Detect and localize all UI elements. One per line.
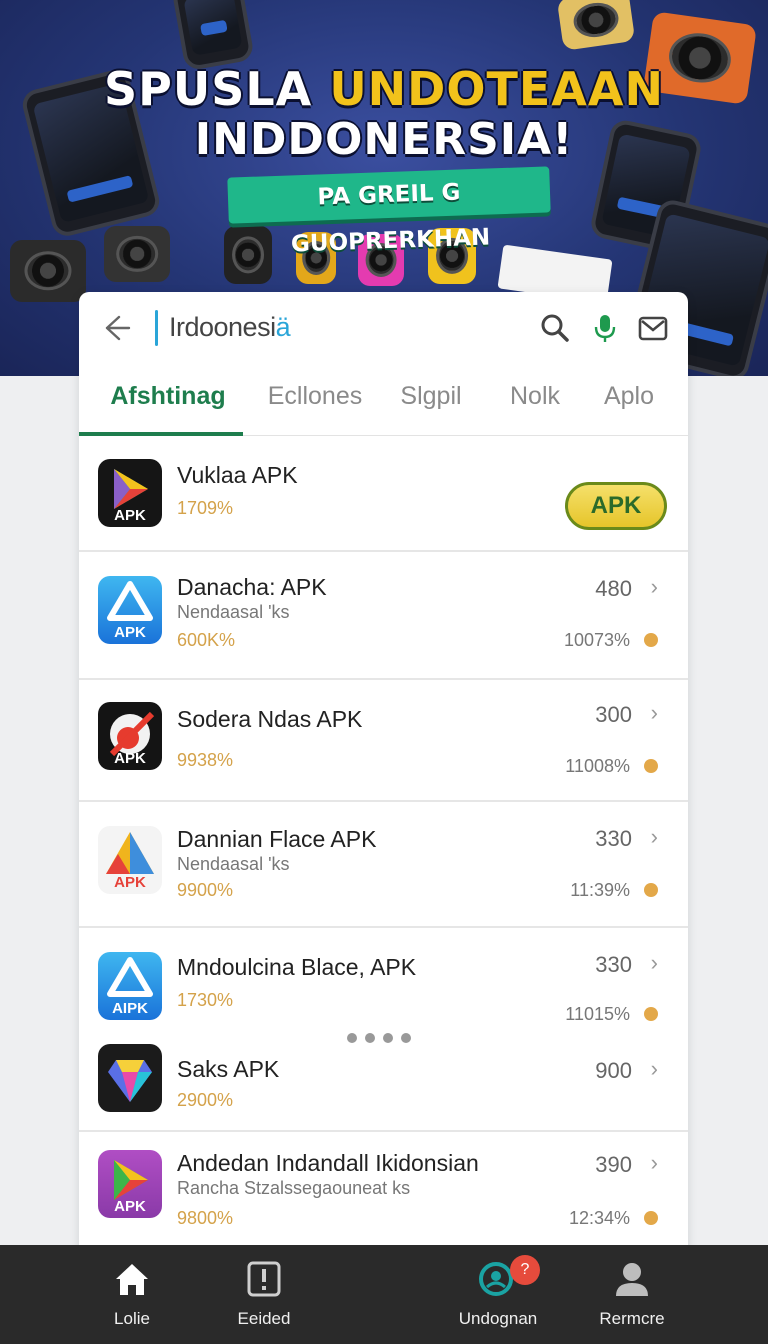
notification-badge: ? [510, 1255, 540, 1285]
red-circle-icon: APK [98, 702, 162, 770]
chevron-right-icon: › [650, 824, 658, 849]
chevron-right-icon: › [650, 950, 658, 975]
nav-item-search[interactable]: ? Undognan [448, 1245, 548, 1344]
chevron-right-icon: › [650, 700, 658, 725]
app-right-percent: 11:39% [570, 880, 630, 900]
chevron-right-icon: › [650, 1150, 658, 1175]
tab-4[interactable]: Nolk [493, 368, 577, 436]
hero-title-line1: SPUSLA UNDOTEAAN [104, 62, 664, 116]
app-name: Danacha: APK [177, 574, 327, 600]
status-dot [644, 759, 658, 773]
app-subtitle: Nendaasal 'ks [177, 602, 290, 622]
app-count: 330 [595, 826, 632, 851]
camera-graphic [224, 226, 272, 284]
hero-tagline: PA GREIL G GUOPRERKHAN [227, 166, 551, 257]
status-dot [644, 883, 658, 897]
app-name: Saks APK [177, 1056, 280, 1082]
app-row[interactable]: APK Sodera Ndas APK 9938% 300 › 11008% [79, 680, 688, 802]
app-count: 300 [595, 702, 632, 727]
app-subtitle: Rancha Stzalssegaouneat ks [177, 1178, 411, 1198]
nav-item-alerts[interactable]: Eeided [214, 1245, 314, 1344]
status-dot [644, 1211, 658, 1225]
play-store-icon: APK [98, 459, 162, 527]
app-row[interactable]: Saks APK 2900% 900 › [79, 1038, 688, 1132]
app-subtitle: Nendaasal 'ks [177, 854, 290, 874]
search-input[interactable]: Irdoonesiä [169, 312, 291, 343]
app-row[interactable]: AIPK Mndoulcina Blace, APK 1730% 330 › 1… [79, 928, 688, 1038]
results-card: Irdoonesiä Afshtinag Ecllones Slgpil Nol… [79, 292, 688, 1252]
app-right-percent: 11015% [565, 1004, 630, 1024]
app-percent: 1709% [177, 498, 234, 518]
back-arrow-icon[interactable] [99, 312, 131, 344]
app-right-percent: 12:34% [568, 1208, 630, 1228]
hero-title-line2: INDDONERSIA! [194, 114, 574, 165]
triangle-apk-icon: APK [98, 576, 162, 644]
app-percent: 9800% [177, 1208, 234, 1228]
phone-graphic [171, 0, 255, 72]
text-cursor [155, 310, 158, 346]
app-percent: 9938% [177, 750, 234, 770]
tab-1[interactable]: Afshtinag [93, 368, 243, 436]
app-percent: 600K% [177, 630, 236, 650]
tab-3[interactable]: Slgpil [383, 368, 479, 436]
tab-5[interactable]: Aplo [589, 368, 669, 436]
profile-icon [616, 1263, 648, 1296]
app-percent: 9900% [177, 880, 234, 900]
app-name: Vuklaa APK [177, 462, 298, 488]
chevron-right-icon: › [650, 1056, 658, 1081]
search-icon[interactable] [539, 312, 571, 344]
app-right-percent: 11008% [565, 756, 630, 776]
app-count: 390 [595, 1152, 632, 1177]
home-icon [116, 1264, 148, 1295]
category-tabs: Afshtinag Ecllones Slgpil Nolk Aplo [79, 368, 688, 436]
bottom-navigation: Lolie Eeided ? Undognan Rermcre [0, 1245, 768, 1344]
app-count: 330 [595, 952, 632, 977]
search-query-accent: ä [275, 312, 291, 342]
tab-2[interactable]: Ecllones [255, 368, 375, 436]
nav-item-home[interactable]: Lolie [82, 1245, 182, 1344]
camera-graphic [10, 240, 86, 302]
colorful-triangle-icon: APK [98, 826, 162, 894]
play-store-icon: APK [98, 1150, 162, 1218]
camera-graphic [104, 226, 170, 282]
app-right-percent: 10073% [563, 630, 630, 650]
app-row[interactable]: APK Vuklaa APK 1709% APK [79, 436, 688, 552]
message-icon[interactable] [637, 312, 669, 344]
app-percent: 1730% [177, 990, 234, 1010]
app-name: Dannian Flace APK [177, 826, 377, 852]
chevron-right-icon: › [650, 574, 658, 599]
alert-icon [247, 1261, 281, 1297]
app-row[interactable]: APK Danacha: APK Nendaasal 'ks 600K% 480… [79, 552, 688, 680]
app-count: 900 [595, 1058, 632, 1083]
search-bar: Irdoonesiä [79, 292, 688, 368]
app-name: Sodera Ndas APK [177, 706, 363, 732]
camera-graphic [556, 0, 636, 51]
app-count: 480 [595, 576, 632, 601]
search-query-text: Irdoonesi [169, 312, 276, 342]
app-row[interactable]: APK Dannian Flace APK Nendaasal 'ks 9900… [79, 802, 688, 928]
triangle-apk-icon: AIPK [98, 952, 162, 1020]
app-percent: 2900% [177, 1090, 234, 1110]
apk-download-button[interactable]: APK [565, 482, 667, 530]
microphone-icon[interactable] [589, 312, 621, 344]
app-row[interactable]: APK Andedan Indandall Ikidonsian Rancha … [79, 1132, 688, 1252]
status-dot [644, 633, 658, 647]
app-name: Andedan Indandall Ikidonsian [177, 1150, 479, 1176]
status-dot [644, 1007, 658, 1021]
app-name: Mndoulcina Blace, APK [177, 954, 417, 980]
nav-item-profile[interactable]: Rermcre [582, 1245, 682, 1344]
gem-icon [98, 1044, 162, 1112]
